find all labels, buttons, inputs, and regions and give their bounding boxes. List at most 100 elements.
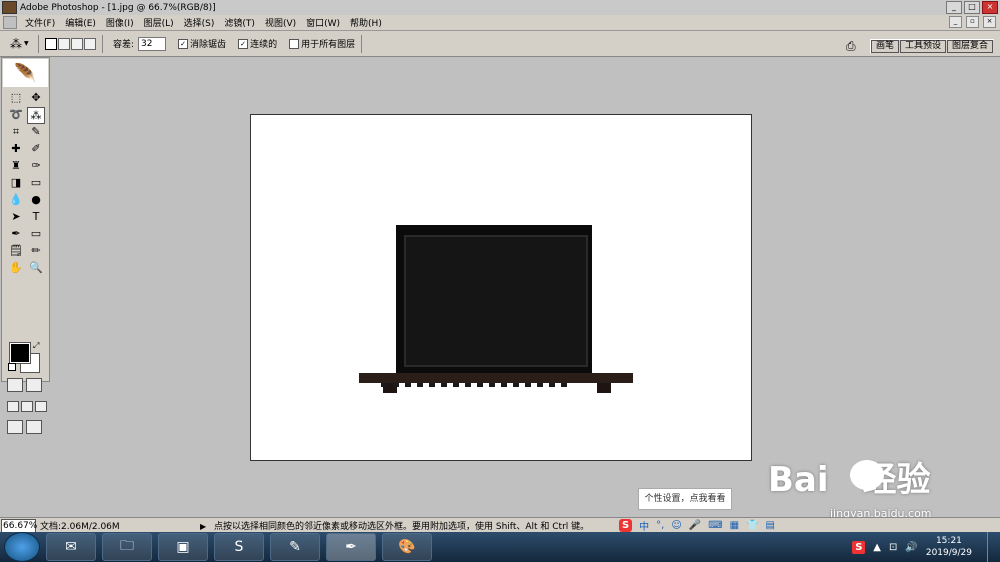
file-browser-icon[interactable]: ⎙ [846,39,862,53]
standard-mode-button[interactable] [7,378,23,392]
well-tab-brushes[interactable]: 画笔 [870,40,899,53]
hand-tool-icon[interactable]: ✋ [7,260,25,277]
maximize-button[interactable]: □ [964,1,980,14]
sample-all-layers-checkbox[interactable]: 用于所有图层 [289,37,355,50]
pen-tool-icon[interactable]: ✒ [7,226,25,243]
well-tab-tool-presets[interactable]: 工具预设 [899,40,946,53]
photoshop-app-icon [2,1,17,14]
menu-view[interactable]: 视图(V) [260,16,301,29]
subtract-from-selection-button[interactable] [71,37,83,50]
full-screen-mode-button[interactable] [35,401,47,412]
edit-in-imageready-icon[interactable] [26,420,42,434]
start-button[interactable] [4,532,40,562]
document-window-controls: _ ▫ × [949,16,996,28]
keyboard-icon[interactable]: ⌨ [708,520,722,531]
slice-tool-icon[interactable]: ✎ [27,124,45,141]
watermark-brand: Bai [768,460,829,500]
swap-colors-icon[interactable]: ⤢ [33,341,39,351]
eraser-tool-icon[interactable]: ◨ [7,175,25,192]
contiguous-checkbox[interactable]: ✓ 连续的 [238,37,277,50]
play-arrow-icon: ▶ [200,522,207,531]
new-selection-button[interactable] [45,37,57,50]
clock[interactable]: 15:21 2019/9/29 [926,535,972,559]
menu-layer[interactable]: 图层(L) [139,16,179,29]
quick-mask-mode-button[interactable] [26,378,42,392]
minimize-button[interactable]: _ [946,1,962,14]
taskbar-sogou-icon[interactable]: S [214,533,264,561]
document-icon[interactable] [3,16,17,29]
menu-image[interactable]: 图像(I) [101,16,139,29]
menu-help[interactable]: 帮助(H) [345,16,387,29]
microphone-icon[interactable]: 🎤 [689,520,701,531]
brush-tool-icon[interactable]: ✐ [27,141,45,158]
grid-menu-icon[interactable]: ▤ [766,520,775,531]
menu-window[interactable]: 窗口(W) [301,16,345,29]
taskbar-photoshop-icon[interactable]: ✒ [326,533,376,561]
ime-tooltip[interactable]: 个性设置，点我看看 [638,488,732,510]
add-to-selection-button[interactable] [58,37,70,50]
close-button[interactable]: × [982,1,998,14]
show-desktop-button[interactable] [987,532,1000,562]
foreground-color-swatch[interactable] [9,342,31,364]
healing-brush-tool-icon[interactable]: ✚ [7,141,25,158]
taskbar-paint-icon[interactable]: 🎨 [382,533,432,561]
type-tool-icon[interactable]: T [27,209,45,226]
sogou-icon[interactable]: S [619,519,633,532]
crop-tool-icon[interactable]: ⌗ [7,124,25,141]
marquee-tool-icon[interactable]: ⬚ [7,90,25,107]
intersect-selection-button[interactable] [84,37,96,50]
ime-mode-label[interactable]: 中 [639,518,649,533]
clone-stamp-tool-icon[interactable]: ♜ [7,158,25,175]
tool-grid: ⬚ ✥ ➰ ⁂ ⌗ ✎ ✚ ✐ ♜ ✑ ◨ ▭ 💧 ● ➤ T ✒ ▭ 🗒 ✏ … [7,90,45,277]
move-tool-icon[interactable]: ✥ [27,90,45,107]
menu-edit[interactable]: 编辑(E) [60,16,101,29]
taskbar-folder-icon[interactable]: 🗀 [102,533,152,561]
path-selection-tool-icon[interactable]: ➤ [7,209,25,226]
punctuation-icon[interactable]: °, [656,520,664,531]
skin-icon[interactable]: 👕 [746,520,758,531]
divider [38,34,39,53]
doc-minimize-button[interactable]: _ [949,16,962,28]
zoom-tool-icon[interactable]: 🔍 [27,260,45,277]
gradient-tool-icon[interactable]: ▭ [27,175,45,192]
window-controls: _ □ × [946,1,998,14]
lasso-tool-icon[interactable]: ➰ [7,107,25,124]
emoji-icon[interactable]: ☺ [671,520,681,531]
menu-select[interactable]: 选择(S) [179,16,220,29]
taskbar-mail-icon[interactable]: ✉ [46,533,96,561]
tray-sogou-icon[interactable]: S [852,540,866,554]
menu-file[interactable]: 文件(F) [20,16,60,29]
taskbar-notepad-icon[interactable]: ✎ [270,533,320,561]
rectangle-tool-icon[interactable]: ▭ [27,226,45,243]
volume-icon[interactable]: 🔊 [905,542,917,553]
well-tab-layer-comps[interactable]: 图层复合 [946,40,993,53]
tray-expand-icon[interactable]: ▲ [873,542,881,553]
shelf-edge-noise [381,383,571,387]
history-brush-tool-icon[interactable]: ✑ [27,158,45,175]
menu-filter[interactable]: 滤镜(T) [219,16,260,29]
eyedropper-tool-icon[interactable]: ✏ [27,243,45,260]
network-icon[interactable]: ⊡ [889,542,897,553]
full-screen-menu-mode-button[interactable] [21,401,33,412]
document-size[interactable]: 文档:2.06M/2.06M [40,519,120,532]
zoom-level-field[interactable]: 66.67% [1,518,37,533]
magic-wand-tool-icon[interactable]: ⁂ [27,107,45,124]
notes-tool-icon[interactable]: 🗒 [7,243,25,260]
doc-close-button[interactable]: × [983,16,996,28]
default-colors-icon[interactable] [8,363,16,371]
options-bar: ⁂ ▼ 容差: 32 ✓ 消除锯齿 ✓ 连续的 用于所有图层 ⎙ 画笔 工具预设 … [0,31,1000,57]
jump-to-imageready-icon[interactable] [7,420,23,434]
status-bar: 66.67% 文档:2.06M/2.06M ▶ 点按以选择相同颜色的邻近像素或移… [0,517,1000,533]
document-canvas[interactable] [250,114,752,461]
standard-screen-mode-button[interactable] [7,401,19,412]
doc-restore-button[interactable]: ▫ [966,16,979,28]
toolbox-header-feather-icon[interactable]: 🪶 [3,59,48,87]
dodge-tool-icon[interactable]: ● [27,192,45,209]
blur-tool-icon[interactable]: 💧 [7,192,25,209]
tolerance-input[interactable]: 32 [138,36,167,51]
taskbar-presentation-icon[interactable]: ▣ [158,533,208,561]
toolbox-icon[interactable]: ▦ [730,520,739,531]
antialias-checkbox[interactable]: ✓ 消除锯齿 [178,37,226,50]
blackboard-image [396,225,592,375]
tool-preset-picker[interactable]: ⁂ ▼ [10,36,32,52]
